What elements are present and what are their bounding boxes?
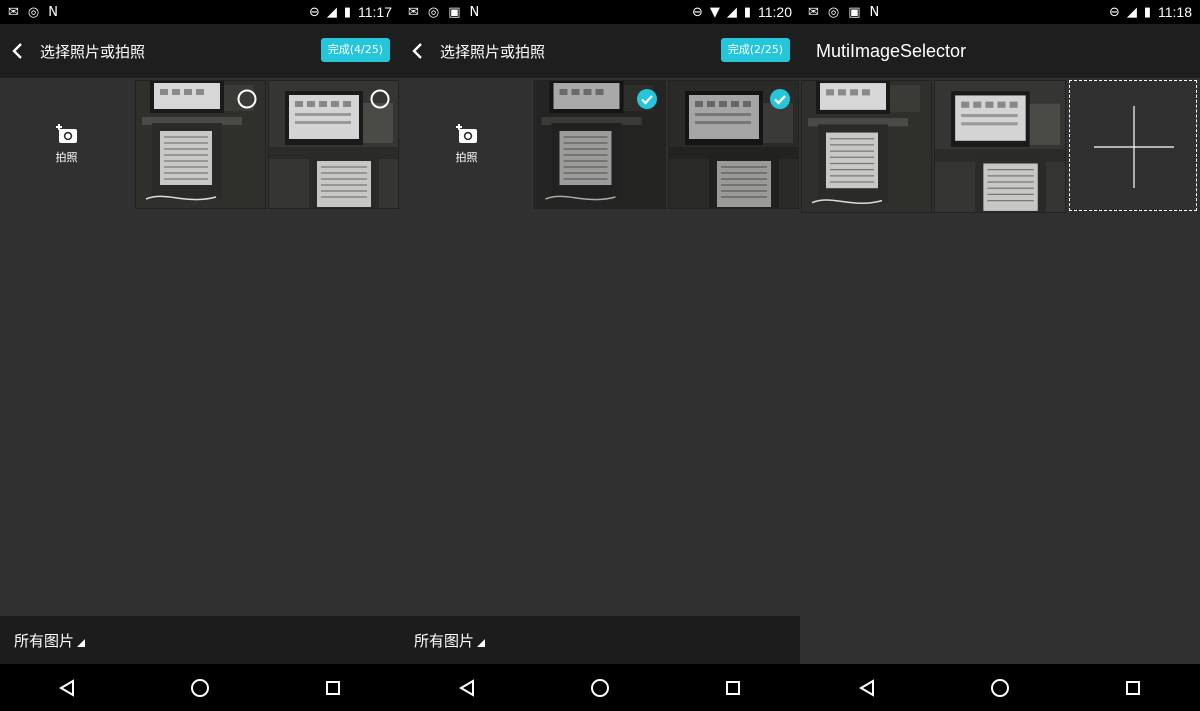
back-button[interactable] — [0, 24, 36, 78]
system-icons: ⊖ ◢ ▮ 11:18 — [1109, 4, 1192, 20]
dnd-icon: ⊖ — [1108, 4, 1120, 20]
notification-icons: ✉ ◎ ▣ N — [808, 6, 879, 19]
photo-thumbnail[interactable] — [268, 80, 399, 209]
navigation-bar — [400, 664, 800, 711]
dropdown-triangle-icon — [477, 639, 486, 647]
n-icon: N — [469, 4, 480, 20]
photo-thumbnail[interactable] — [135, 80, 266, 209]
nav-home-button[interactable] — [970, 664, 1030, 711]
battery-icon: ▮ — [343, 4, 351, 20]
battery-icon: ▮ — [743, 4, 751, 20]
selected-photo[interactable] — [801, 80, 932, 213]
page-title: 选择照片或拍照 — [40, 42, 146, 61]
navigation-bar — [800, 664, 1200, 711]
image-notification-icon: ▣ — [848, 4, 861, 20]
toolbar: 选择照片或拍照 完成(2/25) — [400, 24, 800, 78]
screen-result: ✉ ◎ ▣ N ⊖ ◢ ▮ 11:18 MutiImageSelector — [800, 0, 1200, 711]
status-bar: ✉ ◎ ▣ N ⊖ ◢ ▮ 11:18 — [800, 0, 1200, 24]
nav-back-icon — [458, 678, 474, 697]
signal-icon: ◢ — [1126, 4, 1137, 20]
check-circle-icon — [637, 89, 657, 109]
notification-icons: ✉ ◎ N — [8, 6, 58, 19]
nav-recents-button[interactable] — [703, 664, 763, 711]
back-arrow-icon — [12, 43, 22, 59]
app-title: MutiImageSelector — [816, 40, 967, 61]
photo-thumbnail[interactable] — [668, 80, 799, 209]
photo-image — [802, 81, 931, 212]
screen-selector-selected: ✉ ◎ ▣ N ⊖ ▼ ◢ ▮ 11:20 选择照片或拍照 完成(2/25) 拍… — [400, 0, 800, 711]
status-time: 11:17 — [358, 4, 392, 20]
empty-circle-icon — [370, 89, 390, 109]
screens: ✉ ◎ N ⊖ ◢ ▮ 11:17 选择照片或拍照 完成(4/25) 拍照 所有… — [0, 0, 1200, 711]
camera-add-icon — [55, 123, 77, 143]
signal-icon: ◢ — [326, 4, 337, 20]
toolbar: 选择照片或拍照 完成(4/25) — [0, 24, 400, 78]
weibo-icon: ◎ — [427, 4, 440, 20]
done-button[interactable]: 完成(2/25) — [720, 38, 790, 62]
nav-back-button[interactable] — [437, 664, 497, 711]
dnd-icon: ⊖ — [691, 4, 703, 20]
nav-recents-button[interactable] — [303, 664, 363, 711]
dnd-icon: ⊖ — [308, 4, 320, 20]
nav-home-icon — [590, 678, 609, 697]
battery-icon: ▮ — [1143, 4, 1151, 20]
dropdown-triangle-icon — [77, 639, 86, 647]
notification-icons: ✉ ◎ ▣ N — [408, 6, 479, 19]
folder-name: 所有图片 — [414, 631, 475, 650]
status-time: 11:18 — [1158, 4, 1192, 20]
nav-home-button[interactable] — [170, 664, 230, 711]
camera-add-icon — [455, 123, 477, 143]
page-title: 选择照片或拍照 — [440, 42, 546, 61]
plus-icon — [1094, 106, 1174, 188]
nav-recents-icon — [326, 680, 341, 695]
nav-back-button[interactable] — [837, 664, 897, 711]
n-icon: N — [48, 4, 58, 20]
wifi-icon: ▼ — [709, 4, 720, 20]
nav-recents-icon — [726, 680, 741, 695]
navigation-bar — [0, 664, 400, 711]
nav-home-icon — [190, 678, 209, 697]
status-time: 11:20 — [758, 4, 792, 20]
weibo-icon: ◎ — [27, 4, 40, 20]
folder-name: 所有图片 — [14, 631, 75, 650]
image-notification-icon: ▣ — [448, 4, 461, 20]
selected-photo[interactable] — [934, 80, 1066, 213]
nav-home-icon — [990, 678, 1009, 697]
camera-button[interactable]: 拍照 — [400, 78, 533, 209]
nav-back-icon — [58, 678, 74, 697]
photo-image — [935, 81, 1065, 212]
nav-home-button[interactable] — [570, 664, 630, 711]
app-notification-icon: ✉ — [808, 4, 819, 20]
camera-label: 拍照 — [55, 150, 78, 164]
folder-bar[interactable]: 所有图片 — [400, 616, 800, 664]
back-arrow-icon — [412, 43, 422, 59]
system-icons: ⊖ ▼ ◢ ▮ 11:20 — [692, 4, 792, 20]
status-bar: ✉ ◎ N ⊖ ◢ ▮ 11:17 — [0, 0, 400, 24]
photo-thumbnail[interactable] — [534, 80, 666, 209]
app-notification-icon: ✉ — [8, 4, 19, 20]
weibo-icon: ◎ — [827, 4, 840, 20]
nav-back-icon — [858, 678, 874, 697]
camera-label: 拍照 — [455, 150, 478, 164]
add-image-button[interactable] — [1069, 80, 1197, 211]
check-circle-icon — [770, 89, 790, 109]
empty-circle-icon — [237, 89, 257, 109]
nav-recents-icon — [1126, 680, 1141, 695]
app-notification-icon: ✉ — [408, 4, 419, 20]
camera-button[interactable]: 拍照 — [0, 78, 133, 209]
folder-bar[interactable]: 所有图片 — [0, 616, 400, 664]
nav-recents-button[interactable] — [1103, 664, 1163, 711]
back-button[interactable] — [400, 24, 436, 78]
n-icon: N — [869, 4, 880, 20]
nav-back-button[interactable] — [37, 664, 97, 711]
done-button[interactable]: 完成(4/25) — [320, 38, 390, 62]
signal-icon: ◢ — [726, 4, 737, 20]
status-bar: ✉ ◎ ▣ N ⊖ ▼ ◢ ▮ 11:20 — [400, 0, 800, 24]
screen-selector-unselected: ✉ ◎ N ⊖ ◢ ▮ 11:17 选择照片或拍照 完成(4/25) 拍照 所有… — [0, 0, 400, 711]
toolbar: MutiImageSelector — [800, 24, 1200, 78]
system-icons: ⊖ ◢ ▮ 11:17 — [309, 4, 392, 20]
